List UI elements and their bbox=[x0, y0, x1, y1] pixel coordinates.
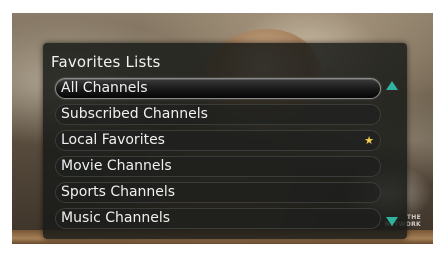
list-item-label: All Channels bbox=[61, 80, 148, 96]
list-item-label: Movie Channels bbox=[61, 158, 172, 174]
triangle-down-icon[interactable] bbox=[386, 217, 398, 226]
list-item-label: Music Channels bbox=[61, 210, 171, 226]
star-icon: ★ bbox=[364, 134, 374, 147]
triangle-up-icon[interactable] bbox=[386, 81, 398, 90]
list-item-music-channels[interactable]: Music Channels bbox=[55, 208, 381, 229]
list-item-movie-channels[interactable]: Movie Channels bbox=[55, 156, 381, 177]
list-item-local-favorites[interactable]: Local Favorites ★ bbox=[55, 130, 381, 151]
panel-title: Favorites Lists bbox=[51, 53, 161, 71]
list-item-label: Local Favorites bbox=[61, 132, 165, 148]
favorites-lists-panel: Favorites Lists All Channels Subscribed … bbox=[43, 43, 407, 239]
list-item-sports-channels[interactable]: Sports Channels bbox=[55, 182, 381, 203]
list-item-subscribed-channels[interactable]: Subscribed Channels bbox=[55, 104, 381, 125]
channel-list: All Channels Subscribed Channels Local F… bbox=[55, 78, 381, 234]
list-item-label: Sports Channels bbox=[61, 184, 176, 200]
list-item-label: Subscribed Channels bbox=[61, 106, 208, 122]
list-item-all-channels[interactable]: All Channels bbox=[55, 78, 381, 99]
